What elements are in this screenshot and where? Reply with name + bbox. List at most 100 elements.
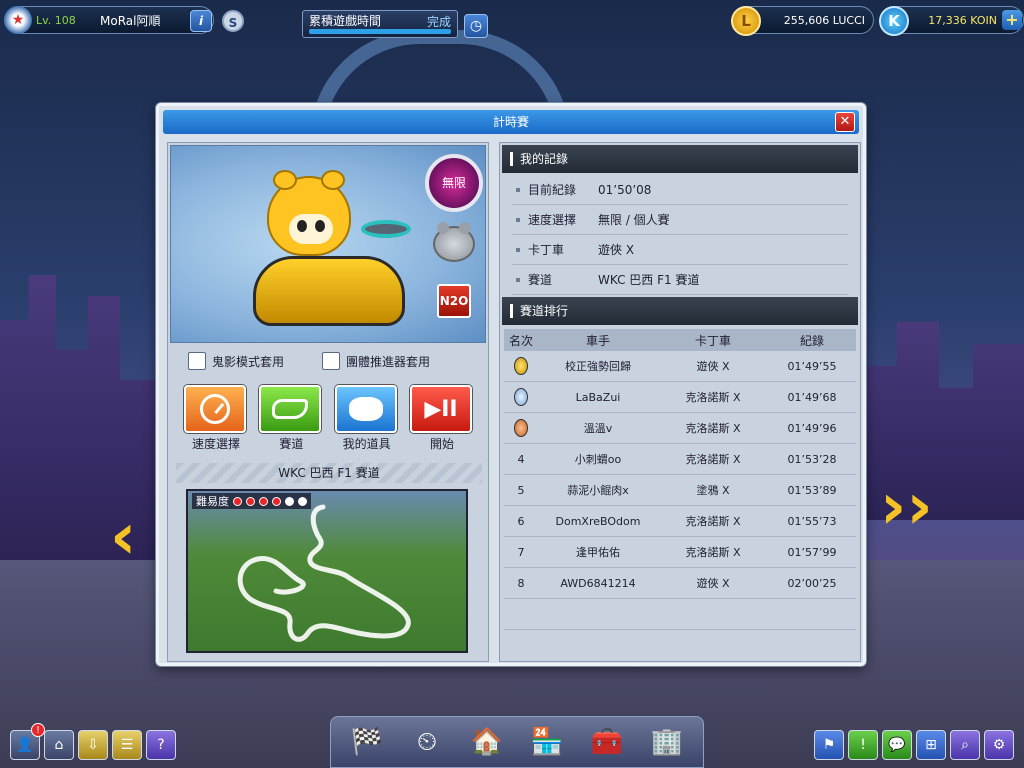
- start-button[interactable]: ▶II 開始: [409, 385, 474, 453]
- lucci-balance: L 255,606 LUCCI: [731, 6, 874, 36]
- character-model: [267, 170, 351, 256]
- speed-select-label: 速度選擇: [191, 437, 240, 451]
- alert-icon[interactable]: !: [848, 730, 878, 760]
- table-row[interactable]: 4 小刺蝟oo 克洛諾斯 X 01’53’28: [504, 444, 856, 475]
- team-booster-option[interactable]: 團體推進器套用: [322, 352, 430, 370]
- window-title: 計時賽: [492, 115, 529, 129]
- table-row[interactable]: 6 DomXreBOdom 克洛諾斯 X 01’55’73: [504, 506, 856, 537]
- quest-progress-bar: [309, 29, 451, 34]
- board-icon[interactable]: ⊞: [916, 730, 946, 760]
- difficulty-dot: [259, 496, 268, 506]
- track-minimap[interactable]: 難易度: [186, 489, 468, 653]
- background-chevron-right: ››: [880, 470, 933, 544]
- record-row: 速度選擇 無限 / 個人賽: [512, 205, 848, 235]
- silver-medal-icon: [514, 388, 528, 406]
- profile-icon[interactable]: 👤!: [10, 723, 45, 760]
- quest-status: 完成: [426, 15, 451, 29]
- table-row[interactable]: LaBaZui 克洛諾斯 X 01’49’68: [504, 382, 856, 413]
- team-booster-label: 團體推進器套用: [346, 354, 431, 369]
- right-panel: 我的記錄 目前紀錄 01’50’08 速度選擇 無限 / 個人賽 卡丁車 遊俠 X 賽…: [499, 142, 861, 662]
- gold-medal-icon: [514, 357, 528, 375]
- track-name-banner: WKC 巴西 F1 賽道: [176, 463, 482, 483]
- speed-gauge-icon: [200, 394, 230, 424]
- my-record-list: 目前紀錄 01’50’08 速度選擇 無限 / 個人賽 卡丁車 遊俠 X 賽道 WKC …: [512, 175, 848, 295]
- quest-text: 累積遊戲時間: [309, 14, 382, 28]
- n2o-booster-icon[interactable]: N2O: [437, 284, 471, 318]
- ranking-table: 名次 車手 卡丁車 紀錄 校正強勢回歸 遊俠 X 01’49’55 LaBaZu…: [504, 329, 856, 630]
- table-row[interactable]: 7 逢甲佑佑 克洛諾斯 X 01’57’99: [504, 537, 856, 568]
- speedometer-icon[interactable]: ⏲: [404, 719, 450, 765]
- record-row: 卡丁車 遊俠 X: [512, 235, 848, 265]
- track-outline: [237, 504, 411, 642]
- my-record-heading: 我的記錄: [502, 145, 858, 173]
- speed-infinite-badge[interactable]: 無限: [425, 154, 483, 212]
- ghost-mode-label: 鬼影模式套用: [212, 354, 285, 369]
- shop-icon[interactable]: 🏪: [524, 719, 570, 765]
- notes-icon[interactable]: ☰: [112, 730, 142, 760]
- download-icon[interactable]: ⇩: [78, 730, 108, 760]
- table-row-empty: [504, 599, 856, 630]
- settings-icon[interactable]: ⚙: [984, 730, 1014, 760]
- s-coin-icon[interactable]: S: [222, 10, 244, 32]
- table-row[interactable]: 校正強勢回歸 遊俠 X 01’49’55: [504, 351, 856, 382]
- lucci-coin-icon: L: [731, 6, 761, 36]
- player-profile[interactable]: ★ Lv. 108 MoRal阿順: [4, 6, 214, 34]
- add-koin-button[interactable]: +: [1002, 10, 1022, 30]
- close-button[interactable]: ✕: [835, 112, 855, 132]
- home-icon[interactable]: ⌂: [44, 730, 74, 760]
- record-row: 賽道 WKC 巴西 F1 賽道: [512, 265, 848, 295]
- difficulty-dot: [298, 496, 307, 506]
- lucci-amount: 255,606 LUCCI: [783, 13, 865, 27]
- quest-progress[interactable]: 累積遊戲時間 完成: [302, 10, 458, 38]
- clock-icon[interactable]: ◷: [464, 14, 488, 38]
- chat-icon[interactable]: 💬: [882, 730, 912, 760]
- kart-ring-accessory: [361, 220, 411, 238]
- koin-balance: K 17,336 KOIN +: [879, 6, 1024, 36]
- background-chevron-left: ‹: [110, 500, 137, 574]
- kart-preview: 無限 N2O: [170, 145, 486, 343]
- top-bar: ★ Lv. 108 MoRal阿順 i S 累積遊戲時間 完成 ◷ L 255,…: [4, 4, 1024, 38]
- kart-model: [253, 256, 405, 326]
- koin-coin-icon: K: [879, 6, 909, 36]
- difficulty-dot: [285, 496, 294, 506]
- track-button[interactable]: 賽道: [259, 385, 323, 453]
- my-items-label: 我的道具: [342, 437, 391, 451]
- ghost-mode-checkbox[interactable]: [188, 352, 206, 370]
- flag-icon[interactable]: ⚑: [814, 730, 844, 760]
- bronze-medal-icon: [514, 419, 528, 437]
- item-icon: [348, 397, 383, 421]
- track-label: 賽道: [279, 437, 304, 451]
- ghost-mode-option[interactable]: 鬼影模式套用: [188, 352, 284, 370]
- ranking-header-row: 名次 車手 卡丁車 紀錄: [504, 329, 856, 351]
- team-booster-checkbox[interactable]: [322, 352, 341, 370]
- option-checkboxes: 鬼影模式套用 團體推進器套用: [188, 349, 482, 373]
- left-panel: 無限 N2O 鬼影模式套用 團體推進器套用 速度選擇 賽道 我的道具 ▶II 開…: [167, 142, 489, 662]
- window-titlebar: 計時賽 ✕: [163, 110, 859, 134]
- table-row[interactable]: 8 AWD6841214 遊俠 X 02’00’25: [504, 568, 856, 599]
- notification-badge: !: [31, 723, 45, 737]
- building-icon[interactable]: 🏢: [644, 719, 690, 765]
- speed-select-button[interactable]: 速度選擇: [184, 385, 248, 453]
- kart-garage-icon[interactable]: 🏁: [344, 719, 390, 765]
- help-icon[interactable]: ?: [146, 730, 176, 760]
- difficulty-dot: [272, 496, 281, 506]
- pet-bear-icon[interactable]: [433, 222, 475, 262]
- info-icon[interactable]: i: [190, 10, 212, 32]
- difficulty-dot: [233, 496, 242, 506]
- difficulty-dot: [246, 496, 255, 506]
- koin-amount: 17,336 KOIN: [928, 13, 997, 27]
- search-icon[interactable]: ⌕: [950, 730, 980, 760]
- toolbox-icon[interactable]: 🧰: [584, 719, 630, 765]
- start-label: 開始: [429, 437, 454, 451]
- table-row[interactable]: 溫溫v 克洛諾斯 X 01’49’96: [504, 413, 856, 444]
- table-row[interactable]: 5 蒜泥小餛肉x 塗鴉 X 01’53’89: [504, 475, 856, 506]
- difficulty-label: 難易度: [196, 495, 229, 508]
- player-level: Lv. 108: [36, 13, 76, 27]
- bottom-left-toolbar: 👤! ⌂ ⇩ ☰ ?: [10, 723, 176, 760]
- workshop-icon[interactable]: 🏠: [464, 719, 510, 765]
- start-icon: ▶II: [424, 396, 458, 422]
- player-emblem-icon: ★: [4, 6, 32, 34]
- my-items-button[interactable]: 我的道具: [334, 385, 399, 453]
- record-row: 目前紀錄 01’50’08: [512, 175, 848, 205]
- action-buttons: 速度選擇 賽道 我的道具 ▶II 開始: [184, 385, 474, 453]
